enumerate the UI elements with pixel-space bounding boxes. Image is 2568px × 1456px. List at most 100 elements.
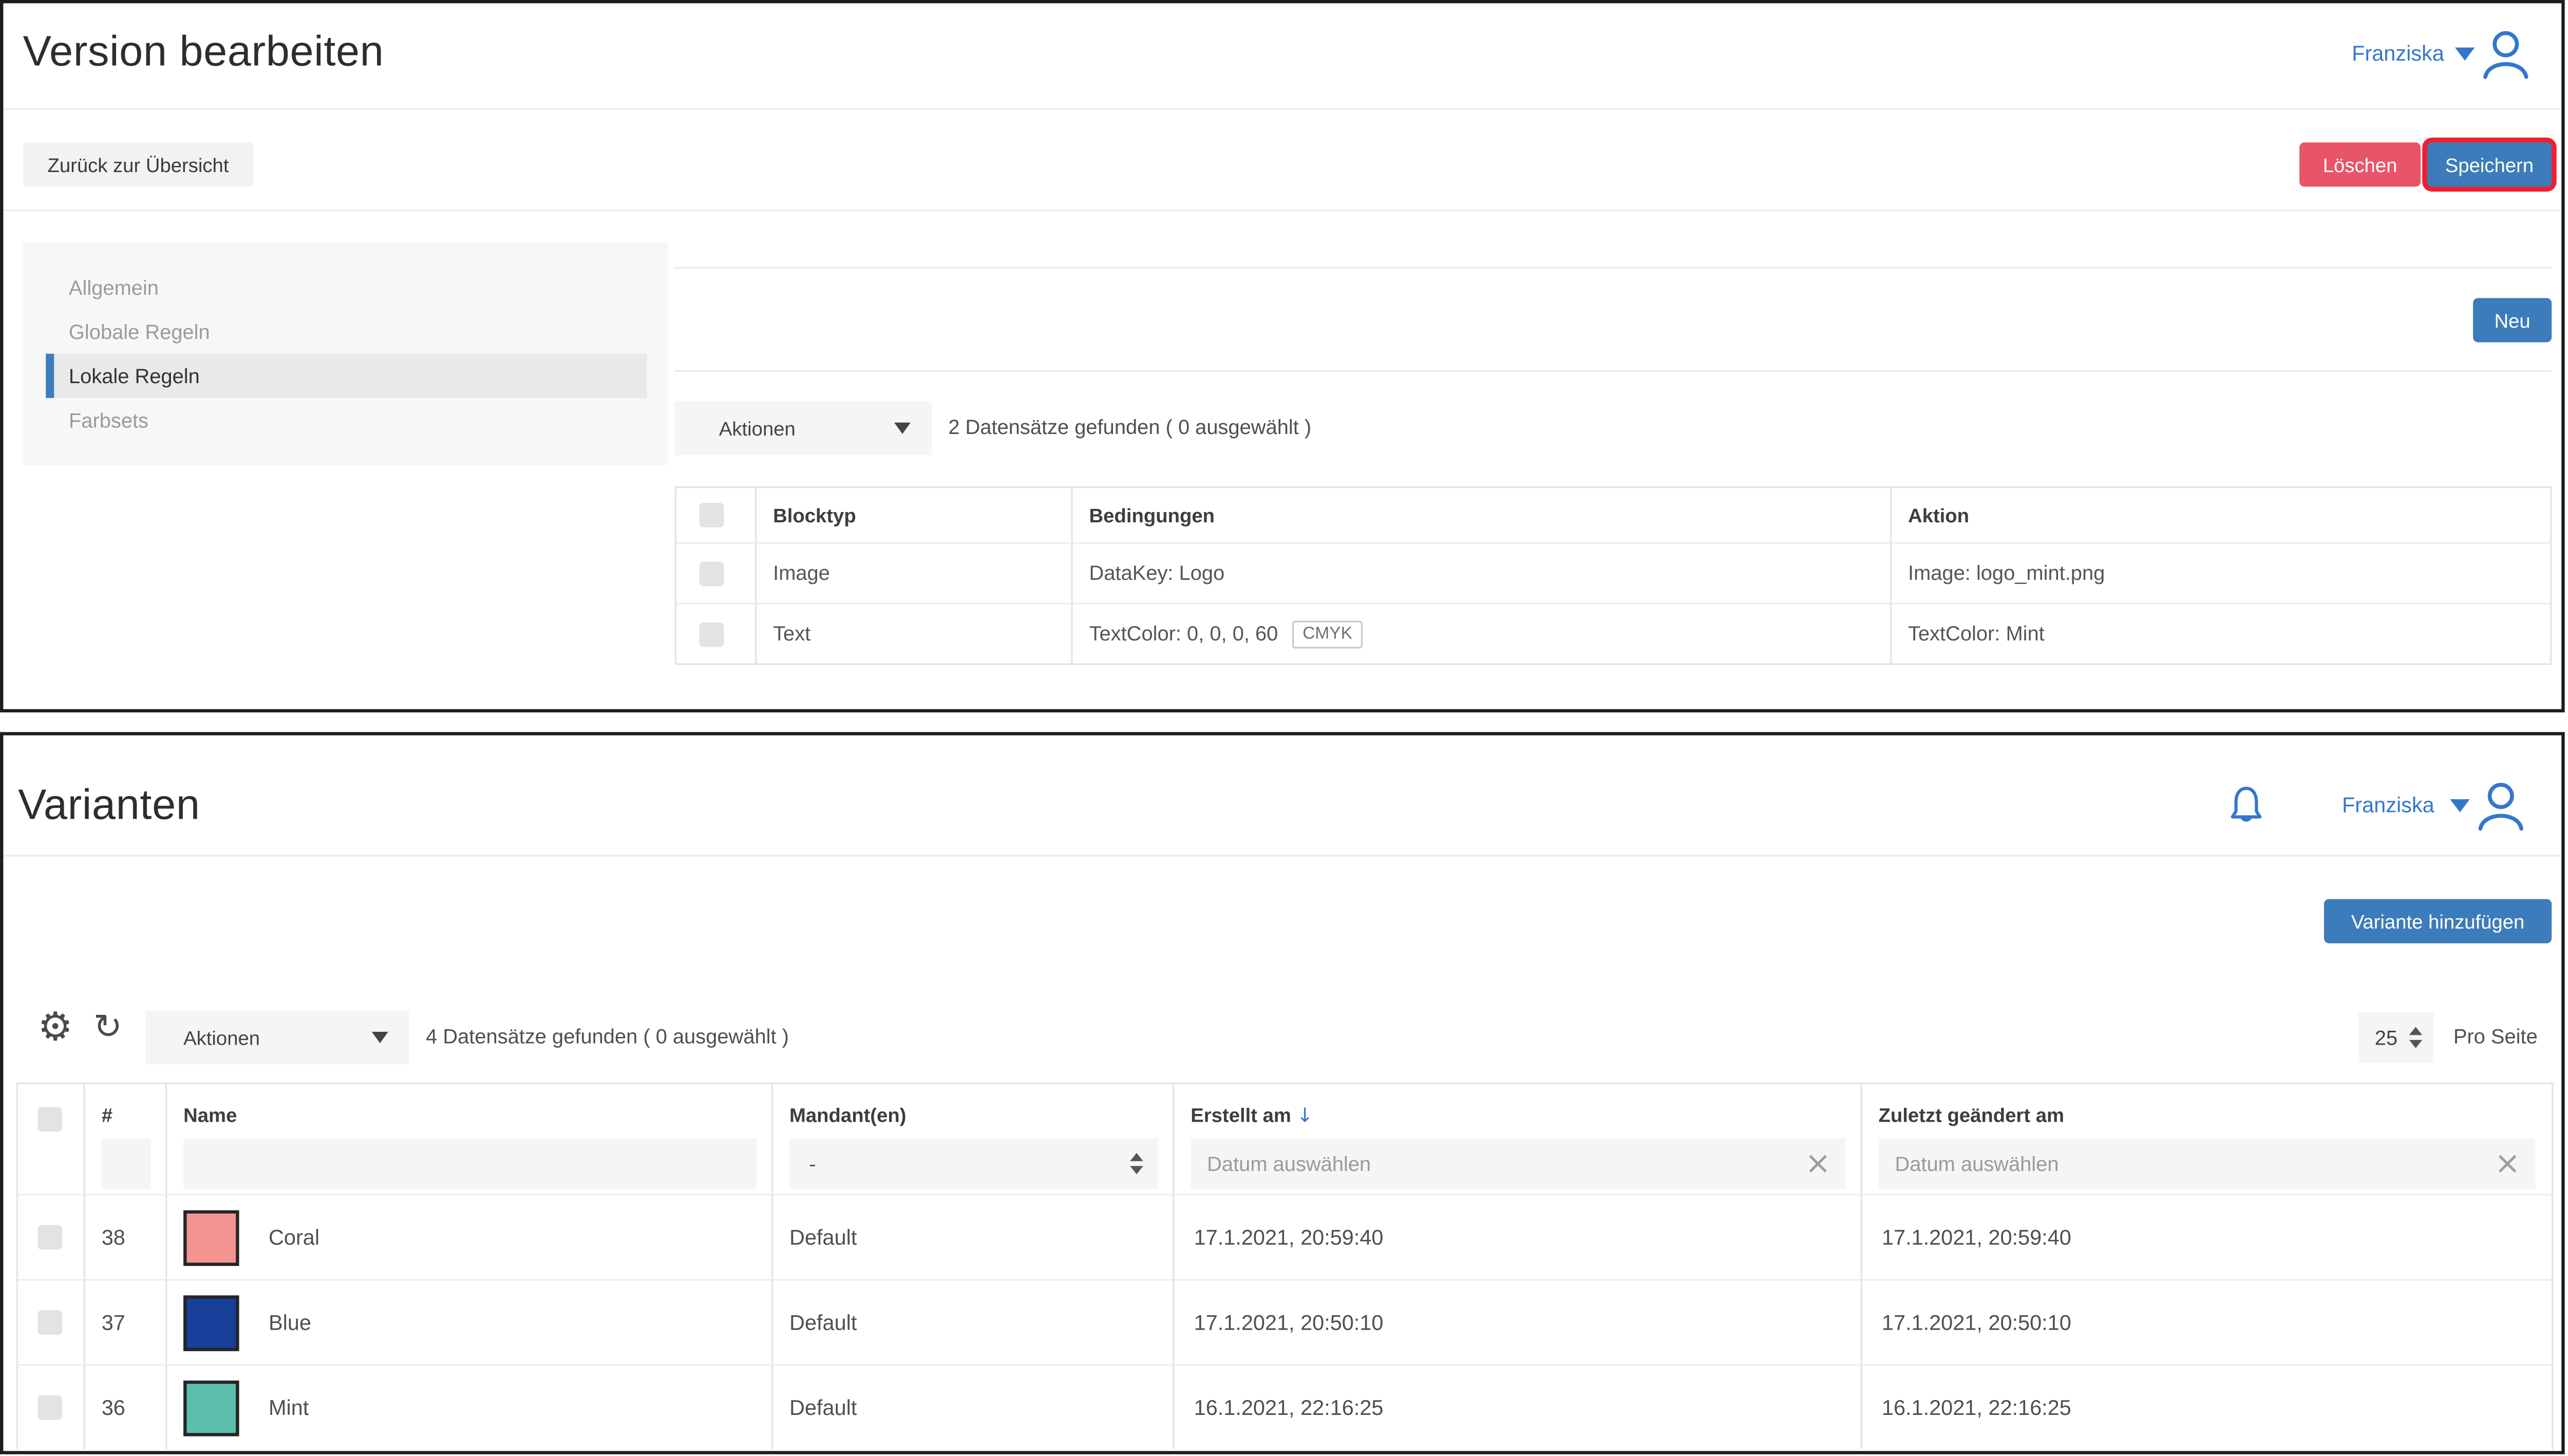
sidebar-item-label: Allgemein bbox=[69, 276, 159, 299]
column-header-num: # bbox=[85, 1084, 167, 1194]
mandant-filter-value: - bbox=[809, 1152, 816, 1175]
sidebar-item-lokale-regeln[interactable]: Lokale Regeln bbox=[23, 354, 668, 398]
actions-dropdown[interactable]: Aktionen bbox=[675, 401, 932, 455]
variants-table: # Name Mandant(en) - Erstellt am ↓ bbox=[16, 1083, 2553, 1449]
clear-filter-icon[interactable]: × bbox=[2495, 1148, 2521, 1179]
column-header-aktion: Aktion bbox=[1892, 488, 2550, 542]
row-select-cell bbox=[676, 602, 757, 663]
dropdown-arrow-icon bbox=[372, 1032, 388, 1043]
results-summary: 4 Datensätze gefunden ( 0 ausgewählt ) bbox=[426, 1010, 789, 1064]
created-date-input[interactable] bbox=[1191, 1138, 1797, 1189]
column-header-bedingungen: Bedingungen bbox=[1073, 488, 1892, 542]
user-avatar-icon[interactable] bbox=[2475, 780, 2527, 832]
column-header-blocktyp: Blocktyp bbox=[757, 488, 1072, 542]
num-cell: 37 bbox=[85, 1279, 167, 1364]
column-label: Mandant(en) bbox=[789, 1104, 906, 1127]
user-name[interactable]: Franziska bbox=[2352, 41, 2444, 66]
settings-gear-icon[interactable]: ⚙ bbox=[37, 1007, 73, 1047]
bedingungen-text: TextColor: 0, 0, 0, 60 bbox=[1089, 622, 1278, 646]
chevron-down-icon[interactable] bbox=[2455, 47, 2475, 61]
row-checkbox[interactable] bbox=[700, 621, 724, 646]
per-page-select[interactable]: 25 bbox=[2358, 1012, 2434, 1063]
row-select-cell bbox=[18, 1194, 85, 1279]
refresh-icon[interactable]: ↻ bbox=[93, 1010, 122, 1045]
sidebar-item-farbsets[interactable]: Farbsets bbox=[23, 398, 668, 442]
name-filter-input[interactable] bbox=[183, 1138, 757, 1189]
name-cell: Blue bbox=[167, 1279, 773, 1364]
row-select-cell bbox=[676, 542, 757, 602]
spinner-arrows-icon bbox=[1130, 1154, 1143, 1174]
color-swatch bbox=[183, 1295, 239, 1350]
select-all-checkbox[interactable] bbox=[37, 1107, 62, 1132]
row-checkbox[interactable] bbox=[37, 1395, 62, 1420]
created-date-filter[interactable]: × bbox=[1191, 1138, 1846, 1189]
sidebar-item-allgemein[interactable]: Allgemein bbox=[23, 266, 668, 310]
delete-button[interactable]: Löschen bbox=[2299, 142, 2421, 186]
actions-dropdown-label: Aktionen bbox=[183, 1026, 260, 1049]
row-checkbox[interactable] bbox=[700, 561, 724, 585]
column-label: Name bbox=[183, 1104, 237, 1127]
chevron-down-icon[interactable] bbox=[2450, 799, 2469, 812]
dropdown-arrow-icon bbox=[894, 423, 911, 434]
table-row[interactable]: 37 Blue Default 17.1.2021, 20:50:10 17.1… bbox=[18, 1279, 2552, 1364]
modified-cell: 17.1.2021, 20:59:40 bbox=[1862, 1194, 2552, 1279]
bedingungen-cell: TextColor: 0, 0, 0, 60 CMYK bbox=[1073, 602, 1892, 663]
row-select-cell bbox=[18, 1279, 85, 1364]
variant-name: Coral bbox=[269, 1225, 319, 1250]
user-name[interactable]: Franziska bbox=[2342, 792, 2434, 817]
row-checkbox[interactable] bbox=[37, 1225, 62, 1250]
table-row: Text TextColor: 0, 0, 0, 60 CMYK TextCol… bbox=[676, 602, 2550, 663]
column-header-created: Erstellt am ↓ × bbox=[1174, 1084, 1862, 1194]
row-select-cell bbox=[18, 1364, 85, 1449]
spinner-arrows-icon bbox=[2409, 1027, 2423, 1048]
sidebar-item-label: Globale Regeln bbox=[69, 320, 210, 343]
page: Version bearbeiten Franziska Zurück zur … bbox=[0, 0, 2568, 1456]
new-button[interactable]: Neu bbox=[2473, 298, 2552, 342]
column-header-mandant: Mandant(en) - bbox=[773, 1084, 1174, 1194]
notifications-bell-icon[interactable] bbox=[2224, 784, 2268, 830]
color-swatch bbox=[183, 1380, 239, 1435]
color-swatch bbox=[183, 1209, 239, 1265]
table-header-row: # Name Mandant(en) - Erstellt am ↓ bbox=[18, 1084, 2552, 1194]
column-label-wrap: Erstellt am ↓ bbox=[1191, 1104, 1313, 1127]
sidebar-item-label: Lokale Regeln bbox=[69, 365, 200, 388]
divider bbox=[3, 108, 2561, 109]
modified-cell: 17.1.2021, 20:50:10 bbox=[1862, 1279, 2552, 1364]
mandant-filter-select[interactable]: - bbox=[789, 1138, 1158, 1189]
row-checkbox[interactable] bbox=[37, 1310, 62, 1335]
modified-date-filter[interactable]: × bbox=[1879, 1138, 2536, 1189]
sort-descending-icon[interactable]: ↓ bbox=[1297, 1104, 1313, 1127]
results-summary: 2 Datensätze gefunden ( 0 ausgewählt ) bbox=[948, 401, 1311, 455]
per-page-label: Pro Seite bbox=[2453, 1012, 2538, 1063]
table-header-row: Blocktyp Bedingungen Aktion bbox=[676, 488, 2550, 542]
column-header-name: Name bbox=[167, 1084, 773, 1194]
column-label: Zuletzt geändert am bbox=[1879, 1104, 2064, 1127]
divider bbox=[675, 370, 2552, 372]
back-to-overview-button[interactable]: Zurück zur Übersicht bbox=[23, 142, 254, 186]
select-all-checkbox[interactable] bbox=[700, 503, 724, 527]
num-cell: 36 bbox=[85, 1364, 167, 1449]
add-variant-button[interactable]: Variante hinzufügen bbox=[2324, 899, 2552, 943]
page-title: Version bearbeiten bbox=[23, 26, 384, 77]
column-label[interactable]: Erstellt am bbox=[1191, 1104, 1291, 1127]
modified-date-input[interactable] bbox=[1879, 1138, 2485, 1189]
sidebar-item-label: Farbsets bbox=[69, 409, 148, 432]
sidebar-item-globale-regeln[interactable]: Globale Regeln bbox=[23, 310, 668, 354]
table-row[interactable]: 36 Mint Default 16.1.2021, 22:16:25 16.1… bbox=[18, 1364, 2552, 1449]
clear-filter-icon[interactable]: × bbox=[1805, 1148, 1831, 1179]
column-label: # bbox=[102, 1104, 112, 1127]
name-cell: Coral bbox=[167, 1194, 773, 1279]
modified-cell: 16.1.2021, 22:16:25 bbox=[1862, 1364, 2552, 1449]
save-button[interactable]: Speichern bbox=[2427, 142, 2552, 186]
variants-panel: Varianten Franziska Variante hinzufügen … bbox=[0, 732, 2565, 1454]
divider bbox=[3, 210, 2561, 211]
created-cell: 17.1.2021, 20:50:10 bbox=[1174, 1279, 1862, 1364]
created-cell: 17.1.2021, 20:59:40 bbox=[1174, 1194, 1862, 1279]
mandant-cell: Default bbox=[773, 1364, 1174, 1449]
actions-dropdown[interactable]: Aktionen bbox=[146, 1010, 409, 1064]
active-item-indicator bbox=[46, 354, 53, 398]
num-filter-input[interactable] bbox=[102, 1138, 151, 1189]
user-avatar-icon[interactable] bbox=[2480, 28, 2532, 80]
created-cell: 16.1.2021, 22:16:25 bbox=[1174, 1364, 1862, 1449]
table-row[interactable]: 38 Coral Default 17.1.2021, 20:59:40 17.… bbox=[18, 1194, 2552, 1279]
